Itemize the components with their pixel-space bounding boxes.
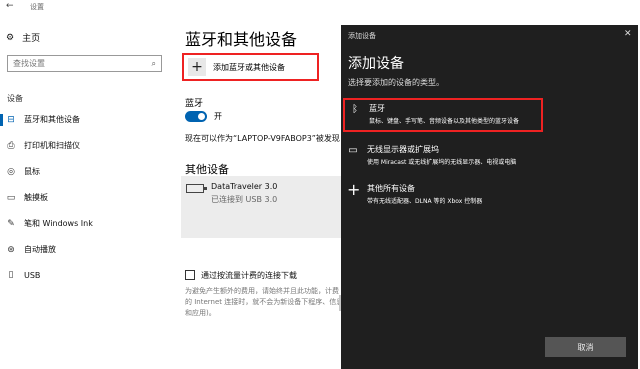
option-everything-else[interactable]: + 其他所有设备 带有无线适配器、DLNA 等的 Xbox 控制器 (343, 180, 483, 205)
device-status: 已连接到 USB 3.0 (211, 195, 278, 204)
add-device-label: 添加蓝牙或其他设备 (213, 62, 285, 72)
discoverable-text: 现在可以作为“LAPTOP-V9FABOP3”被发现 (185, 134, 340, 143)
touchpad-icon: ▭ (6, 192, 16, 203)
sidebar-item-autoplay[interactable]: ⊛ 自动播放 (6, 244, 56, 255)
sidebar-item-touchpad[interactable]: ▭ 触摸板 (6, 192, 48, 203)
search-input[interactable]: 查找设置 ⌕ (7, 55, 162, 72)
option-desc: 使用 Miracast 或无线扩展坞的无线显示器、电视或电脑 (367, 159, 517, 166)
page-title: 蓝牙和其他设备 (185, 30, 298, 49)
other-devices-title: 其他设备 (185, 163, 229, 176)
dialog-subtitle: 选择要添加的设备的类型。 (348, 78, 444, 87)
monitor-icon: ▭ (348, 145, 358, 156)
window-title: 设置 (30, 3, 44, 11)
sidebar-item-label: USB (24, 270, 41, 280)
sidebar-item-label: 打印机和扫描仪 (24, 141, 80, 150)
usb-drive-icon (186, 184, 207, 193)
metered-checkbox[interactable] (185, 270, 195, 280)
plus-icon: + (347, 180, 361, 199)
pen-icon: ✎ (7, 218, 15, 229)
option-desc: 鼠标、键盘、手写笔、音频设备以及其他类型的蓝牙设备 (369, 118, 520, 125)
search-icon: ⌕ (151, 58, 156, 68)
metered-label: 通过按流量计费的连接下载 (201, 271, 297, 280)
dialog-title: 添加设备 (348, 56, 404, 72)
nav-active-indicator (0, 114, 3, 126)
sidebar-item-label: 鼠标 (24, 167, 40, 176)
bluetooth-toggle-state: 开 (214, 112, 222, 121)
usb-icon: ▯ (8, 270, 14, 280)
search-placeholder: 查找设置 (13, 59, 45, 68)
sidebar-item-usb[interactable]: ▯ USB (6, 270, 41, 280)
cancel-button[interactable]: 取消 (545, 337, 626, 357)
option-title: 蓝牙 (369, 104, 385, 113)
sidebar-item-bluetooth[interactable]: ⊟ 蓝牙和其他设备 (6, 114, 80, 125)
plus-icon: + (188, 58, 206, 76)
printer-icon: ⎙ (7, 140, 15, 151)
autoplay-icon: ⊛ (7, 244, 15, 255)
option-bluetooth[interactable]: ᛒ 蓝牙 鼠标、键盘、手写笔、音频设备以及其他类型的蓝牙设备 (343, 98, 543, 132)
bluetooth-section-label: 蓝牙 (185, 99, 204, 109)
dialog-window-title: 添加设备 (348, 32, 376, 40)
settings-window: ← 设置 ⚙ 主页 查找设置 ⌕ 设备 ⊟ 蓝牙和其他设备 ⎙ 打印机和扫描仪 … (0, 0, 640, 369)
nav-section-label: 设备 (7, 94, 23, 103)
sidebar-item-mouse[interactable]: ◎ 鼠标 (6, 166, 40, 177)
sidebar-item-label: 触摸板 (24, 193, 48, 202)
nav-home[interactable]: ⚙ 主页 (6, 31, 41, 45)
sidebar-item-printers[interactable]: ⎙ 打印机和扫描仪 (6, 140, 80, 151)
option-title: 其他所有设备 (367, 184, 415, 193)
metered-hint: 为避免产生额外的费用，请始终并且此功能，计费的 Internet 连接时，就不会… (185, 287, 344, 317)
sidebar-item-label: 笔和 Windows Ink (24, 219, 93, 228)
sidebar-item-label: 自动播放 (24, 245, 56, 254)
bluetooth-icon: ᛒ (352, 104, 358, 115)
bluetooth-devices-icon: ⊟ (7, 114, 15, 125)
bluetooth-toggle[interactable] (185, 111, 207, 122)
close-icon[interactable]: ✕ (624, 29, 632, 39)
sidebar-item-pen[interactable]: ✎ 笔和 Windows Ink (6, 218, 93, 229)
sidebar-item-label: 蓝牙和其他设备 (24, 115, 80, 124)
nav-home-label: 主页 (22, 34, 41, 44)
back-arrow-icon[interactable]: ← (6, 1, 14, 11)
gear-icon: ⚙ (6, 32, 15, 43)
add-device-button[interactable]: + 添加蓝牙或其他设备 (182, 53, 319, 81)
option-wireless-display[interactable]: ▭ 无线显示器或扩展坞 使用 Miracast 或无线扩展坞的无线显示器、电视或… (343, 144, 516, 166)
option-title: 无线显示器或扩展坞 (367, 145, 439, 154)
device-name: DataTraveler 3.0 (211, 182, 278, 191)
mouse-icon: ◎ (7, 166, 15, 177)
option-desc: 带有无线适配器、DLNA 等的 Xbox 控制器 (367, 198, 483, 205)
